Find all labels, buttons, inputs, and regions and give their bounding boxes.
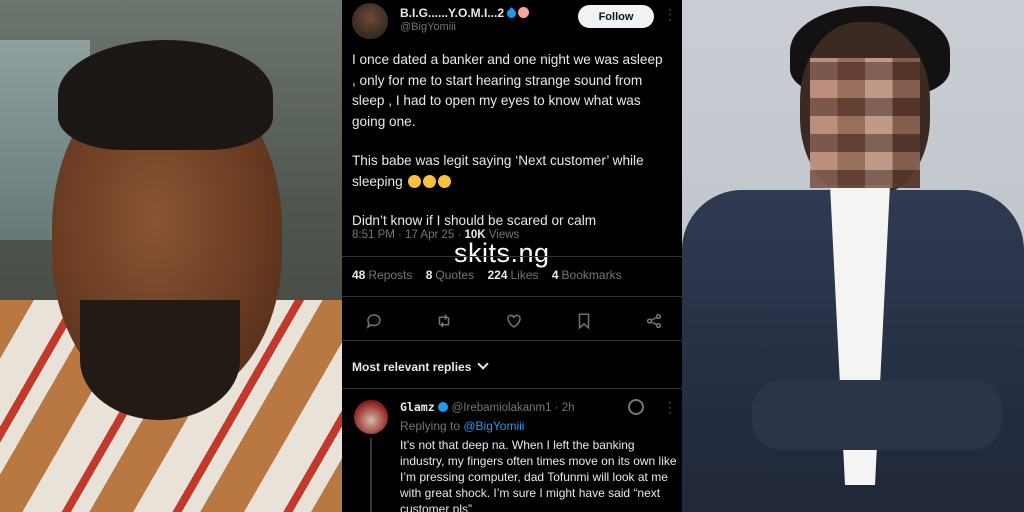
more-icon[interactable]: · · · <box>668 3 672 25</box>
likes-count: 224 <box>487 268 508 282</box>
tweet-timestamp[interactable]: 8:51 PM · 17 Apr 25 · <box>352 229 465 241</box>
laughing-emoji-icon <box>438 174 452 188</box>
quotes-label: Quotes <box>435 268 475 282</box>
laughing-emoji-icon <box>408 174 422 188</box>
reposts-stat[interactable]: 48 Reposts <box>352 268 412 282</box>
grok-icon[interactable] <box>628 399 644 415</box>
share-icon[interactable] <box>644 311 664 331</box>
peach-icon <box>518 7 530 18</box>
pixelated-face <box>810 58 920 188</box>
replying-to: Replying to @BigYomiii <box>400 419 524 433</box>
reply-author-name[interactable]: Glamz <box>400 400 435 414</box>
bookmarks-count: 4 <box>551 268 559 282</box>
tweet-paragraph-1: I once dated a banker and one night we w… <box>352 52 663 129</box>
likes-stat[interactable]: 224 Likes <box>487 268 538 282</box>
reply-text: It’s not that deep na. When I left the b… <box>400 438 677 512</box>
reply-avatar[interactable] <box>354 400 388 434</box>
likes-label: Likes <box>510 268 539 282</box>
reply-author-handle[interactable]: @Irebamiolakanm1 <box>452 402 552 414</box>
photo-man-smiling <box>0 0 342 512</box>
author-name[interactable]: B.I.G......Y.O.M.I...2 <box>400 6 530 20</box>
tweet-stats: 48 Reposts 8 Quotes 224 Likes 4 Bookmarks <box>352 268 632 282</box>
reply-header: Glamz @Irebamiolakanm1 · 2h <box>400 400 575 414</box>
reply-icon[interactable] <box>364 311 384 331</box>
author-handle[interactable]: @BigYomiii <box>400 21 456 33</box>
beard <box>80 300 240 420</box>
follow-button[interactable]: Follow <box>578 5 654 28</box>
laughing-emoji-icon <box>423 174 437 188</box>
bookmarks-stat[interactable]: 4 Bookmarks <box>552 268 622 282</box>
author-name-text: B.I.G......Y.O.M.I...2 <box>400 6 505 20</box>
tweet-body: I once dated a banker and one night we w… <box>352 50 670 251</box>
tweet-card: B.I.G......Y.O.M.I...2 @BigYomiii Follow… <box>342 0 682 512</box>
watermark: skits.ng <box>454 238 550 268</box>
crossed-arms <box>752 380 1002 450</box>
photo-woman-blurred <box>682 0 1024 512</box>
tweet-paragraph-2-text: This babe was legit saying ‘Next custome… <box>352 153 644 189</box>
verified-icon <box>437 402 448 412</box>
thread-line <box>370 438 372 512</box>
replying-prefix: Replying to <box>400 419 464 433</box>
repost-icon[interactable] <box>434 311 454 331</box>
divider <box>342 388 682 389</box>
tweet-paragraph-2: This babe was legit saying ‘Next custome… <box>352 151 670 192</box>
quotes-stat[interactable]: 8 Quotes <box>426 268 474 282</box>
chevron-down-icon <box>477 358 490 370</box>
reposts-label: Reposts <box>368 268 413 282</box>
hair <box>58 40 273 150</box>
more-icon[interactable]: · · · <box>668 396 672 418</box>
reposts-count: 48 <box>352 268 366 282</box>
divider <box>342 256 682 257</box>
author-avatar[interactable] <box>352 3 388 39</box>
replying-to-link[interactable]: @BigYomiii <box>463 419 524 433</box>
bookmark-icon[interactable] <box>574 311 594 331</box>
divider <box>342 340 682 341</box>
tweet-actions <box>364 311 664 331</box>
reply-time: · 2h <box>551 402 575 414</box>
like-icon[interactable] <box>504 311 524 331</box>
drop-icon <box>505 7 518 20</box>
replies-sort-dropdown[interactable]: Most relevant replies <box>352 358 490 374</box>
quotes-count: 8 <box>425 268 433 282</box>
divider <box>342 296 682 297</box>
replies-header-label: Most relevant replies <box>352 360 472 374</box>
bookmarks-label: Bookmarks <box>561 268 622 282</box>
